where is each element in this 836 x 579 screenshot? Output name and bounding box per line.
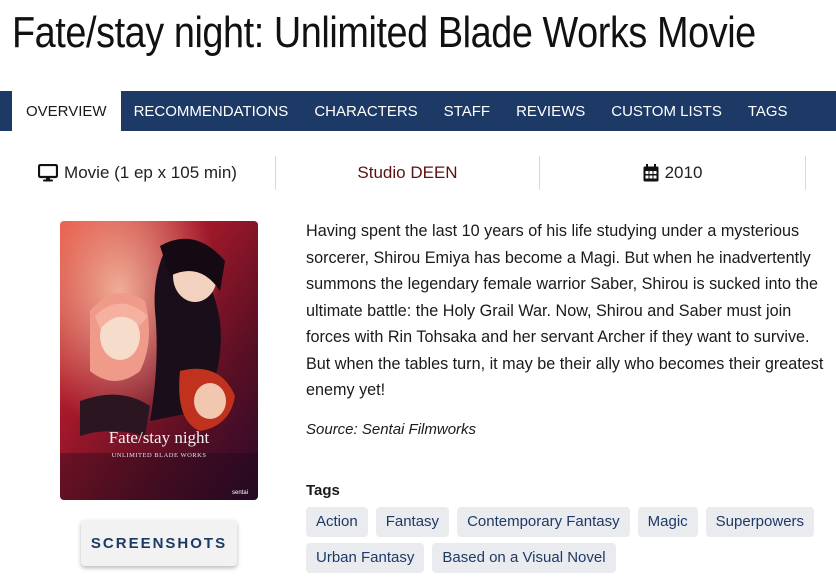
- tag-fantasy[interactable]: Fantasy: [375, 507, 450, 537]
- tag-contemporary-fantasy[interactable]: Contemporary Fantasy: [457, 507, 630, 537]
- screenshots-button[interactable]: SCREENSHOTS: [81, 520, 237, 566]
- tag-superpowers[interactable]: Superpowers: [705, 507, 815, 537]
- synopsis-source: Source: Sentai Filmworks: [306, 421, 477, 438]
- poster-corner-mark: sentai: [232, 490, 248, 496]
- year-label: 2010: [664, 163, 703, 182]
- format-info: Movie (1 ep x 105 min): [0, 156, 276, 190]
- cover-image: Fate/stay night UNLIMITED BLADE WORKS se…: [60, 221, 258, 500]
- tag-urban-fantasy[interactable]: Urban Fantasy: [306, 543, 425, 573]
- format-label: Movie (1 ep x 105 min): [64, 163, 237, 182]
- section-tabs: OVERVIEW RECOMMENDATIONS CHARACTERS STAF…: [0, 91, 836, 131]
- poster-logo-sub: UNLIMITED BLADE WORKS: [112, 452, 207, 459]
- poster-logo: Fate/stay night: [109, 428, 210, 447]
- tab-tags[interactable]: TAGS: [735, 91, 801, 131]
- page-title: Fate/stay night: Unlimited Blade Works M…: [12, 8, 756, 57]
- tag-based-on-a-visual-novel[interactable]: Based on a Visual Novel: [432, 543, 616, 573]
- studio-link[interactable]: Studio DEEN: [357, 163, 457, 183]
- tab-staff[interactable]: STAFF: [431, 91, 503, 131]
- tab-custom-lists[interactable]: CUSTOM LISTS: [598, 91, 735, 131]
- tags-heading: Tags: [306, 482, 340, 499]
- synopsis: Having spent the last 10 years of his li…: [306, 222, 824, 399]
- tab-reviews[interactable]: REVIEWS: [503, 91, 598, 131]
- calendar-icon: [643, 164, 659, 182]
- tab-recommendations[interactable]: RECOMMENDATIONS: [121, 91, 302, 131]
- tag-action[interactable]: Action: [306, 507, 368, 537]
- tab-overview[interactable]: OVERVIEW: [12, 91, 121, 131]
- tag-list: Action Fantasy Contemporary Fantasy Magi…: [306, 507, 836, 573]
- tag-magic[interactable]: Magic: [637, 507, 698, 537]
- monitor-icon: [38, 164, 59, 182]
- info-row: Movie (1 ep x 105 min) Studio DEEN 2010: [0, 152, 836, 194]
- studio-info[interactable]: Studio DEEN: [276, 156, 540, 190]
- tab-characters[interactable]: CHARACTERS: [301, 91, 430, 131]
- year-info: 2010: [540, 156, 806, 190]
